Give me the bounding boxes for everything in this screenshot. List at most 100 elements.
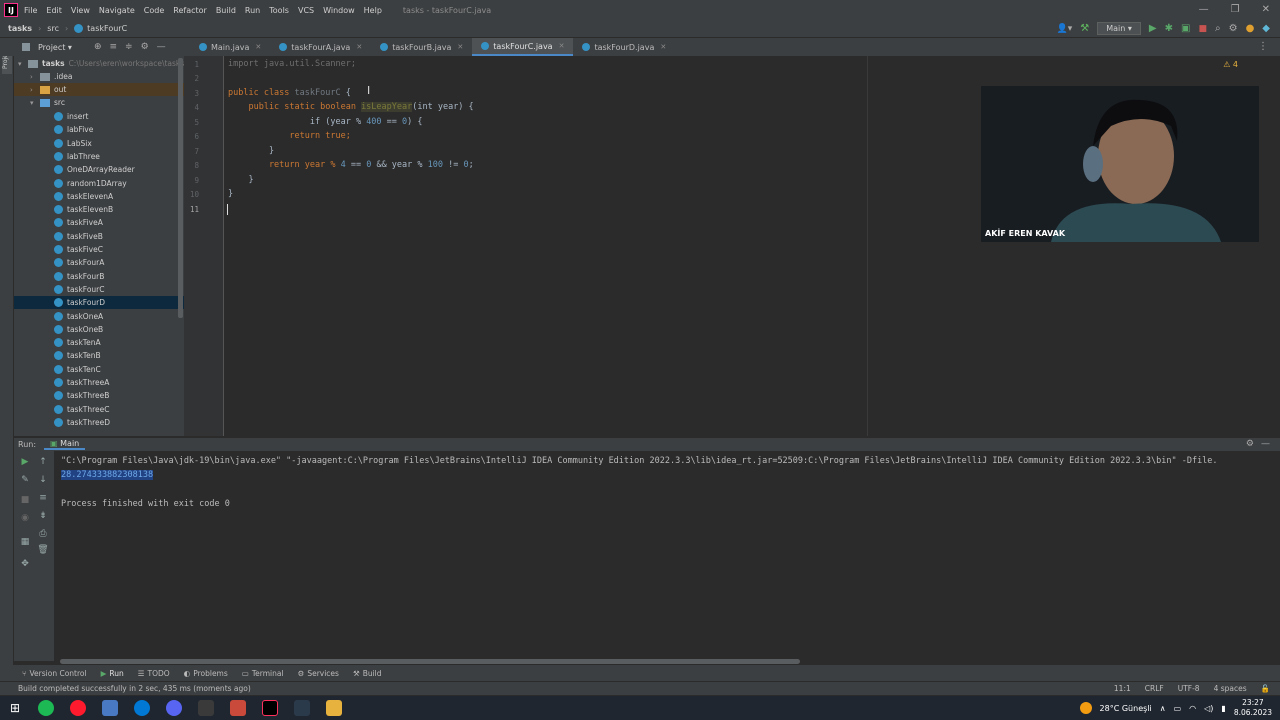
run-config-select[interactable]: Main ▾	[1097, 22, 1141, 35]
search-icon[interactable]: ⌕	[1215, 23, 1221, 34]
tab-main[interactable]: Main.java ✕	[190, 38, 270, 56]
caret-position[interactable]: 11:1	[1114, 684, 1131, 693]
tree-class-item[interactable]: taskFourC	[14, 283, 184, 296]
layout-icon[interactable]: ▦	[18, 537, 32, 549]
rerun-icon[interactable]: ▶	[18, 457, 32, 469]
tree-class-item[interactable]: taskThreeC	[14, 403, 184, 416]
unity-icon[interactable]	[198, 700, 215, 716]
close-icon[interactable]: ✕	[356, 43, 362, 51]
tree-class-item[interactable]: random1DArray	[14, 177, 184, 190]
weather-text[interactable]: 28°C Güneşli	[1100, 704, 1152, 713]
print-icon[interactable]: ⎙	[36, 529, 50, 541]
project-view-select[interactable]: Project ▾	[38, 43, 72, 52]
maximize-icon[interactable]: ❐	[1231, 4, 1240, 15]
more-options-icon[interactable]: ⋮	[1258, 41, 1268, 52]
menu-vcs[interactable]: VCS	[298, 6, 314, 15]
system-clock[interactable]: 23:27 8.06.2023	[1234, 698, 1272, 718]
close-icon[interactable]: ✕	[1262, 4, 1270, 15]
line-separator[interactable]: CRLF	[1145, 684, 1164, 693]
tree-class-item[interactable]: OneDArrayReader	[14, 163, 184, 176]
wrench-icon[interactable]: ✎	[18, 475, 32, 487]
tree-class-item[interactable]: taskOneA	[14, 310, 184, 323]
breadcrumb-folder[interactable]: src	[47, 24, 59, 33]
menu-refactor[interactable]: Refactor	[173, 6, 207, 15]
file-encoding[interactable]: UTF-8	[1178, 684, 1200, 693]
lock-icon[interactable]: 🔓	[1261, 684, 1270, 693]
tab-version-control[interactable]: ⑂ Version Control	[22, 669, 87, 678]
hide-icon[interactable]: —	[1261, 439, 1270, 449]
windows-start-icon[interactable]: ⊞	[10, 701, 20, 715]
tab-taskfourd[interactable]: taskFourD.java ✕	[573, 38, 675, 56]
opera-icon[interactable]	[70, 700, 87, 716]
intellij-icon[interactable]	[262, 700, 279, 716]
tree-class-item[interactable]: taskTenB	[14, 349, 184, 362]
tree-folder-idea[interactable]: › .idea	[14, 70, 184, 83]
tree-class-item[interactable]: taskFourB	[14, 270, 184, 283]
locate-icon[interactable]: ⊕	[94, 42, 102, 52]
menu-edit[interactable]: Edit	[46, 6, 62, 15]
warnings-indicator[interactable]: ⚠ 4	[1223, 60, 1238, 69]
tree-class-item[interactable]: taskOneB	[14, 323, 184, 336]
tab-services[interactable]: ⚙ Services	[298, 669, 339, 678]
tree-class-item[interactable]: taskTenC	[14, 363, 184, 376]
tree-class-item[interactable]: taskThreeB	[14, 389, 184, 402]
menu-code[interactable]: Code	[144, 6, 164, 15]
tree-class-item[interactable]: taskThreeD	[14, 416, 184, 429]
menu-run[interactable]: Run	[245, 6, 260, 15]
tab-terminal[interactable]: ▭ Terminal	[242, 669, 284, 678]
tree-class-item[interactable]: taskTenA	[14, 336, 184, 349]
wifi-icon[interactable]: ◠	[1189, 704, 1196, 713]
update-icon[interactable]: ●	[1246, 23, 1255, 34]
collapse-all-icon[interactable]: ≡	[109, 42, 117, 52]
tab-problems[interactable]: ◐ Problems	[184, 669, 228, 678]
tree-class-item[interactable]: labFive	[14, 123, 184, 136]
coverage-icon[interactable]: ▣	[1181, 23, 1190, 34]
network-icon[interactable]: ▭	[1174, 704, 1182, 713]
app-icon[interactable]	[294, 700, 311, 716]
folder-icon[interactable]	[326, 700, 343, 716]
menu-build[interactable]: Build	[216, 6, 236, 15]
menu-window[interactable]: Window	[323, 6, 355, 15]
tree-class-item[interactable]: insert	[14, 110, 184, 123]
menu-tools[interactable]: Tools	[269, 6, 289, 15]
console-scrollbar[interactable]	[60, 659, 800, 664]
tree-class-item[interactable]: taskFourD	[14, 296, 184, 310]
plugin-icon[interactable]: ◆	[1262, 23, 1270, 34]
tab-taskfourc[interactable]: taskFourC.java ✕	[472, 38, 574, 56]
debug-icon[interactable]: ✱	[1165, 23, 1173, 34]
minimize-icon[interactable]: —	[1199, 4, 1209, 15]
tab-taskfourb[interactable]: taskFourB.java ✕	[371, 38, 472, 56]
settings-icon[interactable]: ⚙	[1246, 439, 1254, 449]
breadcrumb-file[interactable]: taskFourC	[87, 24, 127, 33]
tab-todo[interactable]: ☰ TODO	[138, 669, 170, 678]
pin-icon[interactable]: ✥	[18, 559, 32, 571]
tab-taskfoura[interactable]: taskFourA.java ✕	[270, 38, 371, 56]
tree-class-item[interactable]: LabSix	[14, 137, 184, 150]
tree-class-item[interactable]: taskElevenA	[14, 190, 184, 203]
tray-chevron-icon[interactable]: ∧	[1160, 704, 1166, 713]
tree-class-item[interactable]: taskElevenB	[14, 203, 184, 216]
edge-icon[interactable]	[134, 700, 151, 716]
tree-root[interactable]: ▾ tasks C:\Users\eren\workspace\tasks	[14, 57, 184, 70]
up-icon[interactable]: ↑	[36, 457, 50, 469]
close-icon[interactable]: ✕	[255, 43, 261, 51]
menu-help[interactable]: Help	[364, 6, 382, 15]
tree-class-item[interactable]: taskThreeA	[14, 376, 184, 389]
trash-icon[interactable]: 🗑	[36, 545, 50, 557]
breadcrumb-project[interactable]: tasks	[8, 24, 32, 33]
indent-setting[interactable]: 4 spaces	[1214, 684, 1247, 693]
stop-icon[interactable]: ■	[18, 495, 32, 507]
tab-run-main[interactable]: ▣ Main	[44, 439, 86, 450]
user-icon[interactable]: 👤▾	[1057, 24, 1073, 34]
tree-scrollbar[interactable]	[178, 58, 183, 318]
status-message[interactable]: Build completed successfully in 2 sec, 4…	[18, 684, 251, 693]
soft-wrap-icon[interactable]: ≡	[36, 493, 50, 505]
run-icon[interactable]: ▶	[1149, 23, 1157, 34]
hammer-icon[interactable]: ⚒	[1080, 23, 1089, 34]
close-icon[interactable]: ✕	[457, 43, 463, 51]
camera-icon[interactable]: ◉	[18, 513, 32, 525]
tree-class-item[interactable]: taskFiveB	[14, 230, 184, 243]
menu-navigate[interactable]: Navigate	[99, 6, 135, 15]
tree-class-item[interactable]: taskFourA	[14, 256, 184, 269]
battery-icon[interactable]: ▮	[1221, 704, 1225, 713]
